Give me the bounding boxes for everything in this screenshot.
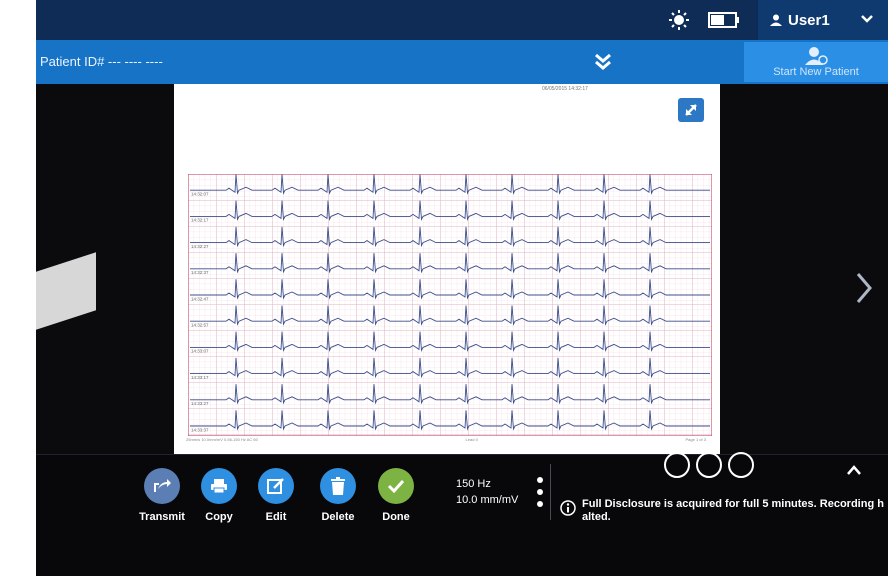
ecg-row-time: 14:33:17 <box>191 375 209 380</box>
fullscreen-button[interactable] <box>678 98 704 122</box>
recording-settings[interactable]: 150 Hz 10.0 mm/mV <box>456 476 518 508</box>
share-icon <box>144 468 180 504</box>
transmit-button[interactable]: Transmit <box>132 468 192 523</box>
ecg-row-time: 14:32:17 <box>191 218 209 223</box>
check-icon <box>378 468 414 504</box>
ecg-row-time: 14:33:27 <box>191 401 209 406</box>
double-chevron-down-icon[interactable] <box>592 52 614 72</box>
ecg-row-time: 14:32:47 <box>191 296 209 301</box>
user-icon <box>770 14 782 26</box>
report-footer-lead: Lead II <box>465 437 478 442</box>
info-icon <box>560 500 576 516</box>
ecg-row-time: 14:33:37 <box>191 427 209 432</box>
patient-id-label[interactable]: Patient ID# --- ---- ---- <box>40 54 163 69</box>
start-new-patient-button[interactable]: Start New Patient <box>744 42 888 82</box>
user-menu[interactable]: User1 <box>758 0 888 40</box>
ecg-row-time: 14:32:57 <box>191 323 209 328</box>
page-dot[interactable] <box>696 452 722 478</box>
done-label: Done <box>382 511 410 523</box>
background-stripe <box>36 252 96 330</box>
copy-button[interactable]: Copy <box>189 468 249 523</box>
delete-button[interactable]: Delete <box>308 468 368 523</box>
transmit-label: Transmit <box>139 511 185 523</box>
copy-label: Copy <box>205 511 233 523</box>
device-screen: User1 Patient ID# --- ---- ---- Start Ne… <box>36 0 888 576</box>
battery-icon <box>708 12 739 28</box>
page-indicator <box>664 452 754 478</box>
page-dot[interactable] <box>728 452 754 478</box>
filter-value: 150 Hz <box>456 478 491 490</box>
info-message: Full Disclosure is acquired for full 5 m… <box>582 498 884 523</box>
printer-icon <box>201 468 237 504</box>
start-new-patient-label: Start New Patient <box>773 66 859 78</box>
ecg-row-time: 14:33:07 <box>191 349 209 354</box>
ecg-rhythm-strip: 14:32:07 14:32:17 14:32:27 14:32:37 14:32:47… <box>188 174 712 436</box>
add-patient-icon <box>805 47 828 65</box>
ecg-row-time: 14:32:07 <box>191 192 209 197</box>
status-bar: User1 <box>36 0 888 40</box>
brightness-icon[interactable] <box>668 9 690 31</box>
chevron-down-icon <box>861 15 873 23</box>
page-dot[interactable] <box>664 452 690 478</box>
edit-icon <box>258 468 294 504</box>
gain-value: 10.0 mm/mV <box>456 494 519 506</box>
delete-label: Delete <box>321 511 355 523</box>
chevron-up-icon[interactable] <box>846 464 862 476</box>
report-footer-page: Page 1 of 3 <box>685 437 706 442</box>
done-button[interactable]: Done <box>366 468 426 523</box>
chevron-right-icon[interactable] <box>854 270 874 306</box>
report-footer-settings: 25mm/s 10.0mm/mV 0.56-150 Hz AC 60 <box>186 437 258 442</box>
user-name: User1 <box>788 11 830 29</box>
ecg-row-time: 14:32:27 <box>191 244 209 249</box>
edit-button[interactable]: Edit <box>246 468 306 523</box>
expand-icon <box>685 104 697 116</box>
report-timestamp: 06/05/2015 14:32:17 <box>542 86 588 92</box>
edit-label: Edit <box>265 511 287 523</box>
toolbar-divider <box>550 464 551 520</box>
report-footer: 25mm/s 10.0mm/mV 0.56-150 Hz AC 60 Lead … <box>186 437 706 442</box>
ecg-row-time: 14:32:37 <box>191 270 209 275</box>
kebab-menu-icon[interactable] <box>536 474 544 510</box>
trash-icon <box>320 468 356 504</box>
